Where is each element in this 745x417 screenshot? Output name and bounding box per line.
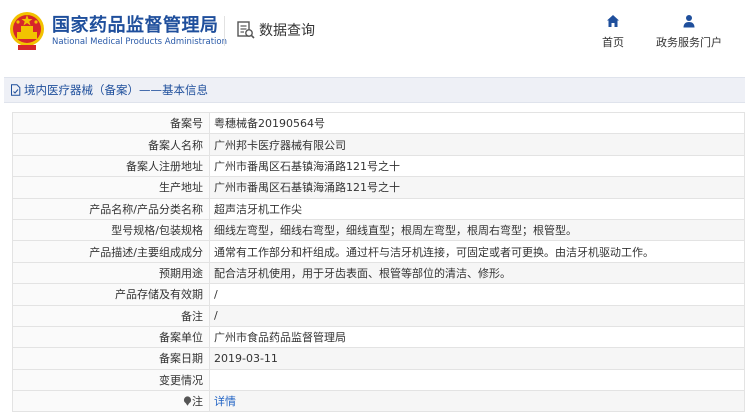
field-value: 广州市番禺区石基镇海涌路121号之十 bbox=[209, 176, 745, 199]
data-query-label: 数据查询 bbox=[259, 23, 315, 39]
field-label: 产品名称/产品分类名称 bbox=[12, 197, 210, 220]
table-row: 产品描述/主要组成成分 通常有工作部分和杆组成。通过杆与洁牙机连接，可固定或者可… bbox=[12, 240, 745, 263]
field-value: 详情 bbox=[209, 390, 745, 413]
table-row: 备案号 粤穗械备20190564号 bbox=[12, 111, 745, 135]
field-label: 产品存储及有效期 bbox=[12, 283, 210, 306]
note-label-wrap: 注 bbox=[183, 393, 203, 409]
nav-service-portal-label: 政务服务门户 bbox=[656, 36, 722, 49]
field-value: 通常有工作部分和杆组成。通过杆与洁牙机连接，可固定或者可更换。由洁牙机驱动工作。 bbox=[209, 240, 745, 263]
field-label: 备案号 bbox=[12, 111, 210, 135]
field-label: 注 bbox=[12, 390, 210, 413]
brand-name-cn: 国家药品监督管理局 bbox=[52, 15, 219, 36]
table-row: 备案日期 2019-03-11 bbox=[12, 347, 745, 370]
field-value: 超声洁牙机工作尖 bbox=[209, 197, 745, 220]
table-row: 备案单位 广州市食品药品监督管理局 bbox=[12, 325, 745, 349]
brand-name-en: National Medical Products Administration bbox=[52, 37, 227, 47]
field-label: 预期用途 bbox=[12, 261, 210, 285]
table-row: 生产地址 广州市番禺区石基镇海涌路121号之十 bbox=[12, 176, 745, 199]
note-label: 注 bbox=[192, 395, 203, 409]
field-value: 广州市番禺区石基镇海涌路121号之十 bbox=[209, 154, 745, 178]
field-value: / bbox=[209, 304, 745, 327]
table-row: 备注 / bbox=[12, 304, 745, 327]
table-row: 产品名称/产品分类名称 超声洁牙机工作尖 bbox=[12, 197, 745, 220]
field-label: 变更情况 bbox=[12, 368, 210, 392]
field-value: 细线左弯型，细线右弯型，细线直型；根周左弯型，根周右弯型；根管型。 bbox=[209, 218, 745, 242]
table-row: 产品存储及有效期 / bbox=[12, 283, 745, 306]
field-label: 备案日期 bbox=[12, 347, 210, 370]
field-label: 备案人名称 bbox=[12, 133, 210, 156]
info-pin-icon bbox=[183, 396, 192, 407]
data-query-icon bbox=[237, 21, 255, 39]
national-emblem-icon[interactable] bbox=[8, 10, 46, 52]
nav-home-label: 首页 bbox=[602, 36, 624, 49]
field-value: 粤穗械备20190564号 bbox=[209, 111, 745, 135]
field-label: 生产地址 bbox=[12, 176, 210, 199]
field-value: 2019-03-11 bbox=[209, 347, 745, 370]
record-detail-table: 备案号 粤穗械备20190564号 备案人名称 广州邦卡医疗器械有限公司 备案人… bbox=[12, 111, 745, 413]
field-label: 备注 bbox=[12, 304, 210, 327]
section-title: 境内医疗器械（备案）——基本信息 bbox=[24, 83, 208, 97]
table-row: 型号规格/包装规格 细线左弯型，细线右弯型，细线直型；根周左弯型，根周右弯型；根… bbox=[12, 218, 745, 242]
field-value bbox=[209, 368, 745, 392]
table-row: 备案人注册地址 广州市番禺区石基镇海涌路121号之十 bbox=[12, 154, 745, 178]
site-header: 国家药品监督管理局 National Medical Products Admi… bbox=[0, 0, 745, 72]
table-row: 备案人名称 广州邦卡医疗器械有限公司 bbox=[12, 133, 745, 156]
table-row: 预期用途 配合洁牙机使用，用于牙齿表面、根管等部位的清洁、修形。 bbox=[12, 261, 745, 285]
field-label: 备案单位 bbox=[12, 325, 210, 349]
document-icon bbox=[11, 84, 21, 96]
table-row: 变更情况 bbox=[12, 368, 745, 392]
header-divider bbox=[224, 16, 225, 46]
field-value: / bbox=[209, 283, 745, 306]
user-icon bbox=[683, 15, 695, 28]
field-label: 型号规格/包装规格 bbox=[12, 218, 210, 242]
table-row: 注 详情 bbox=[12, 390, 745, 413]
section-header: 境内医疗器械（备案）——基本信息 bbox=[4, 77, 745, 103]
data-query-link[interactable]: 数据查询 bbox=[236, 18, 315, 42]
home-icon bbox=[607, 15, 619, 27]
field-label: 产品描述/主要组成成分 bbox=[12, 240, 210, 263]
field-value: 广州市食品药品监督管理局 bbox=[209, 325, 745, 349]
field-value: 配合洁牙机使用，用于牙齿表面、根管等部位的清洁、修形。 bbox=[209, 261, 745, 285]
field-label: 备案人注册地址 bbox=[12, 154, 210, 178]
nav-home[interactable]: 首页 bbox=[596, 14, 630, 50]
details-link[interactable]: 详情 bbox=[214, 395, 236, 408]
field-value: 广州邦卡医疗器械有限公司 bbox=[209, 133, 745, 156]
nav-service-portal[interactable]: 政务服务门户 bbox=[652, 14, 726, 50]
